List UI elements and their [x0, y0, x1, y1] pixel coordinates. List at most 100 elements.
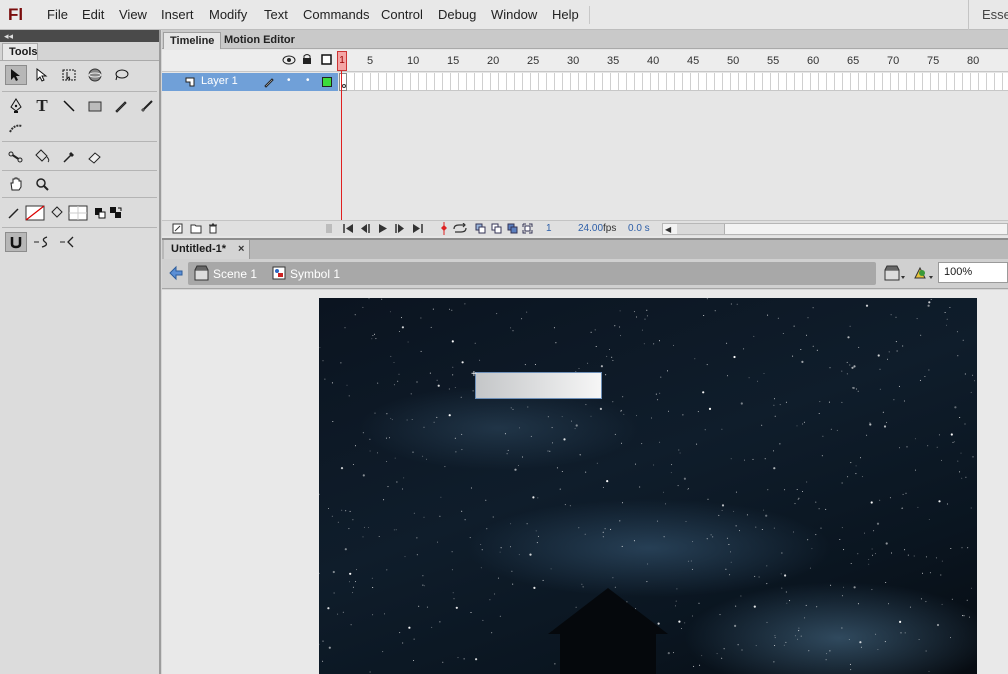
brush-tool-icon[interactable] — [136, 96, 158, 116]
fill-color-icon[interactable] — [46, 203, 68, 223]
modify-onion-markers-icon[interactable] — [522, 223, 533, 237]
playhead-handle[interactable]: 1 — [337, 51, 347, 71]
breadcrumb-scene[interactable]: Scene 1 — [213, 267, 257, 281]
star — [949, 307, 951, 308]
tab-timeline[interactable]: Timeline — [163, 32, 222, 49]
star — [510, 523, 512, 525]
star — [938, 500, 941, 503]
menu-commands[interactable]: Commands — [303, 7, 369, 22]
snap-to-objects-icon[interactable] — [5, 232, 27, 252]
layer-row[interactable]: Layer 1 • • — [162, 73, 338, 91]
menu-insert[interactable]: Insert — [161, 7, 194, 22]
eye-icon[interactable] — [282, 54, 296, 68]
star — [784, 574, 787, 577]
star — [683, 477, 686, 480]
menu-modify[interactable]: Modify — [209, 7, 247, 22]
stroke-color-icon[interactable] — [3, 203, 25, 223]
frame-rate[interactable]: 24.00 — [578, 223, 603, 234]
current-frame[interactable]: 1 — [546, 223, 552, 234]
selected-symbol-instance[interactable] — [475, 372, 602, 399]
hand-tool-icon[interactable] — [5, 174, 27, 194]
pen-tool-icon[interactable] — [5, 96, 27, 116]
menu-debug[interactable]: Debug — [438, 7, 476, 22]
edit-symbols-icon[interactable] — [912, 264, 934, 285]
lock-dot-icon[interactable]: • — [306, 75, 310, 86]
breadcrumb-symbol[interactable]: Symbol 1 — [290, 267, 340, 281]
outline-icon[interactable] — [321, 54, 332, 68]
selection-tool-icon[interactable] — [5, 65, 27, 85]
subselection-tool-icon[interactable] — [31, 65, 53, 85]
timeline-scrollbar[interactable]: ◀ — [662, 223, 1008, 235]
text-tool-icon[interactable]: T — [31, 96, 53, 116]
deco-tool-icon[interactable] — [5, 119, 27, 139]
go-to-last-frame-icon[interactable] — [412, 223, 424, 237]
document-tab[interactable]: Untitled-1* × — [164, 240, 250, 261]
star — [530, 435, 532, 437]
menu-control[interactable]: Control — [381, 7, 423, 22]
fill-color-swatch[interactable] — [67, 203, 89, 223]
pencil-tool-icon[interactable] — [110, 96, 132, 116]
rectangle-tool-icon[interactable] — [84, 96, 106, 116]
straighten-icon[interactable] — [57, 232, 79, 252]
step-forward-icon[interactable] — [394, 223, 406, 237]
visibility-dot-icon[interactable]: • — [287, 75, 291, 86]
star — [500, 547, 502, 549]
swap-colors-icon[interactable] — [105, 203, 127, 223]
frame-grid[interactable] — [339, 73, 1008, 91]
step-back-icon[interactable] — [359, 223, 371, 237]
stroke-color-swatch[interactable] — [24, 203, 46, 223]
star — [969, 616, 970, 618]
center-frame-icon[interactable] — [440, 222, 448, 238]
edit-scene-icon[interactable] — [884, 264, 906, 285]
menu-window[interactable]: Window — [491, 7, 537, 22]
star — [956, 331, 958, 333]
free-transform-tool-icon[interactable] — [58, 65, 80, 85]
delete-layer-icon[interactable] — [208, 223, 218, 237]
loop-icon[interactable] — [452, 222, 468, 237]
lasso-tool-icon[interactable] — [110, 65, 132, 85]
scroll-left-icon[interactable]: ◀ — [665, 225, 671, 234]
new-layer-icon[interactable] — [172, 223, 183, 237]
edit-multiple-frames-icon[interactable] — [507, 223, 518, 237]
onion-skin-outlines-icon[interactable] — [491, 223, 502, 237]
star — [641, 329, 643, 331]
menu-file[interactable]: File — [47, 7, 68, 22]
3d-rotation-tool-icon[interactable] — [84, 65, 106, 85]
close-icon[interactable]: × — [238, 243, 244, 255]
collapse-panels-button[interactable]: ◂◂ — [0, 30, 159, 42]
bone-tool-icon[interactable] — [5, 147, 27, 167]
line-tool-icon[interactable] — [58, 96, 80, 116]
back-arrow-icon[interactable] — [168, 265, 184, 284]
frame-ruler[interactable]: 5 10 15 20 25 30 35 40 45 50 55 60 65 70… — [162, 50, 1008, 72]
menu-text[interactable]: Text — [264, 7, 288, 22]
play-icon[interactable] — [378, 223, 388, 237]
menu-help[interactable]: Help — [552, 7, 579, 22]
outline-color-swatch[interactable] — [322, 77, 332, 87]
lock-icon[interactable] — [302, 53, 312, 68]
paint-bucket-tool-icon[interactable] — [31, 147, 53, 167]
workspace-switcher[interactable]: Esser — [968, 0, 1008, 30]
tab-motion-editor[interactable]: Motion Editor — [218, 32, 301, 49]
layer-name[interactable]: Layer 1 — [201, 75, 238, 87]
zoom-tool-icon[interactable] — [31, 174, 53, 194]
scrollbar-thumb[interactable] — [677, 224, 725, 234]
star — [584, 533, 586, 535]
onion-skin-icon[interactable] — [475, 223, 486, 237]
menu-edit[interactable]: Edit — [82, 7, 104, 22]
smooth-icon[interactable] — [31, 232, 53, 252]
star — [659, 441, 661, 443]
elapsed-time[interactable]: 0.0 s — [628, 223, 650, 234]
star — [850, 563, 852, 564]
tools-tab[interactable]: Tools — [2, 43, 38, 60]
star — [602, 486, 604, 488]
star — [590, 415, 592, 417]
new-folder-icon[interactable] — [190, 223, 202, 237]
star — [369, 671, 371, 673]
star — [549, 450, 551, 452]
eyedropper-tool-icon[interactable] — [58, 147, 80, 167]
go-to-first-frame-icon[interactable] — [342, 223, 354, 237]
zoom-field[interactable]: 100% — [938, 262, 1008, 283]
eraser-tool-icon[interactable] — [84, 147, 106, 167]
stage[interactable] — [319, 298, 977, 674]
menu-view[interactable]: View — [119, 7, 147, 22]
